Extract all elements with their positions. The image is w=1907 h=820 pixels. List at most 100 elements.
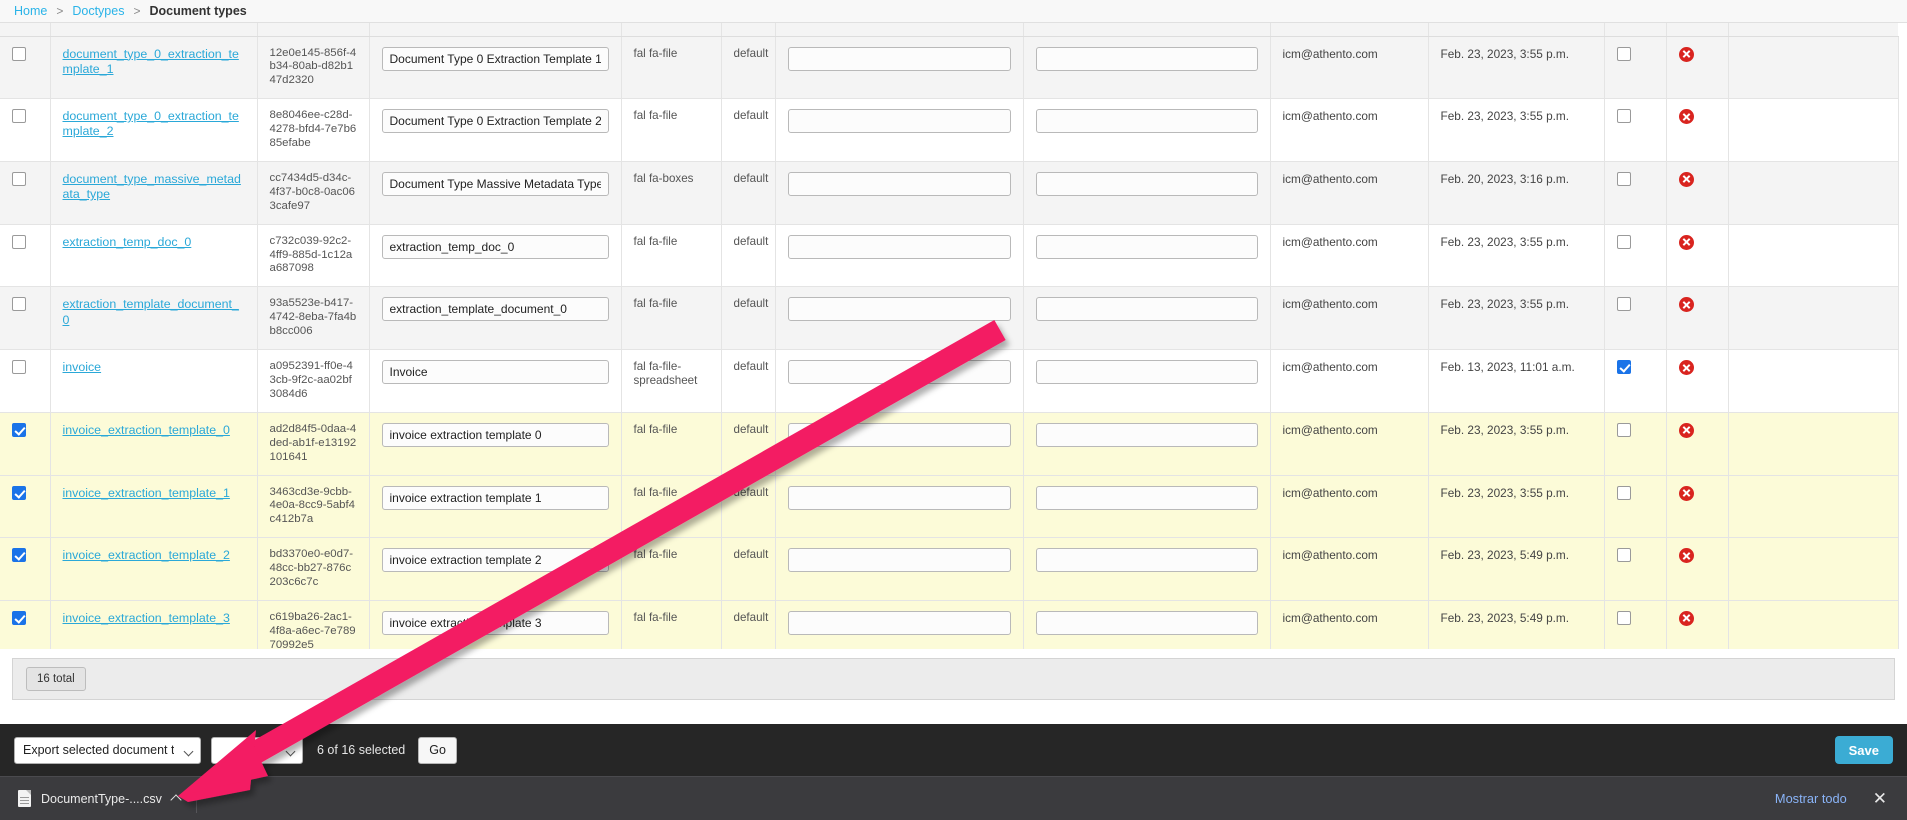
delete-icon[interactable]: [1679, 423, 1694, 438]
doctype-extra-field-input-1[interactable]: [788, 486, 1011, 510]
row-select-checkbox[interactable]: [12, 109, 26, 123]
row-select-cell: [0, 161, 50, 224]
row-select-checkbox[interactable]: [12, 360, 26, 374]
doctype-extra-field-input-1[interactable]: [788, 548, 1011, 572]
doctype-name-cell: document_type_0_extraction_template_2: [50, 99, 257, 162]
doctype-extra-field-input-1[interactable]: [788, 611, 1011, 635]
save-button[interactable]: Save: [1835, 736, 1893, 764]
delete-icon[interactable]: [1679, 548, 1694, 563]
doctype-extra-field-input-2[interactable]: [1036, 611, 1258, 635]
doctype-user-cell: icm@athento.com: [1270, 412, 1428, 475]
document-types-table: document_type_0_extraction_template_112e…: [0, 23, 1899, 649]
doctype-name-cell: invoice_extraction_template_2: [50, 538, 257, 601]
doctype-delete-cell: [1666, 161, 1728, 224]
doctype-label-input[interactable]: [382, 172, 609, 196]
doctype-flag-checkbox[interactable]: [1617, 172, 1631, 186]
doctype-flag-checkbox[interactable]: [1617, 360, 1631, 374]
doctype-name-link[interactable]: invoice_extraction_template_2: [63, 548, 230, 562]
doctype-label-input[interactable]: [382, 548, 609, 572]
doctype-label-cell: [369, 600, 621, 649]
breadcrumb-separator-icon: >: [56, 4, 63, 18]
delete-icon[interactable]: [1679, 486, 1694, 501]
doctype-name-link[interactable]: document_type_0_extraction_template_1: [63, 47, 239, 76]
doctype-label-cell: [369, 36, 621, 99]
header-stub-cell: [257, 23, 369, 36]
delete-icon[interactable]: [1679, 47, 1694, 62]
doctype-flag-checkbox[interactable]: [1617, 548, 1631, 562]
row-select-checkbox[interactable]: [12, 235, 26, 249]
doctype-name-cell: invoice: [50, 350, 257, 413]
doctype-flag-checkbox[interactable]: [1617, 47, 1631, 61]
download-item[interactable]: DocumentType-....csv: [14, 784, 197, 813]
doctype-flag-checkbox[interactable]: [1617, 109, 1631, 123]
delete-icon[interactable]: [1679, 235, 1694, 250]
doctype-flag-checkbox[interactable]: [1617, 611, 1631, 625]
doctype-extra-field-input-2[interactable]: [1036, 47, 1258, 71]
row-select-checkbox[interactable]: [12, 297, 26, 311]
breadcrumb-doctypes[interactable]: Doctypes: [72, 4, 124, 18]
doctype-extra-field-input-1[interactable]: [788, 109, 1011, 133]
close-icon[interactable]: ✕: [1863, 786, 1897, 811]
row-select-checkbox[interactable]: [12, 47, 26, 61]
delete-icon[interactable]: [1679, 172, 1694, 187]
delete-icon[interactable]: [1679, 109, 1694, 124]
header-stub-cell: [1728, 23, 1898, 36]
doctype-extra-field-input-2[interactable]: [1036, 548, 1258, 572]
row-select-checkbox[interactable]: [12, 548, 26, 562]
doctype-workflow-cell: default: [721, 36, 775, 99]
doctype-flag-checkbox[interactable]: [1617, 486, 1631, 500]
doctype-extra-field-input-1[interactable]: [788, 172, 1011, 196]
doctype-name-link[interactable]: extraction_temp_doc_0: [63, 235, 192, 249]
breadcrumb-home[interactable]: Home: [14, 4, 47, 18]
doctype-name-link[interactable]: extraction_template_document_0: [63, 297, 239, 326]
delete-icon[interactable]: [1679, 360, 1694, 375]
doctype-flag-checkbox[interactable]: [1617, 423, 1631, 437]
doctype-extra-field-cell: [775, 538, 1023, 601]
doctype-extra-field-input-2[interactable]: [1036, 172, 1258, 196]
row-select-checkbox[interactable]: [12, 611, 26, 625]
doctype-extra-field-input-1[interactable]: [788, 235, 1011, 259]
doctype-label-input[interactable]: [382, 109, 609, 133]
bulk-action-bar: Export selected document types 6 of 16 s…: [0, 724, 1907, 776]
doctype-extra-field-input-1[interactable]: [788, 47, 1011, 71]
bulk-action-select[interactable]: Export selected document types: [14, 737, 201, 764]
doctype-uuid-cell: 93a5523e-b417-4742-8eba-7fa4bb8cc006: [257, 287, 369, 350]
doctype-extra-field-input-2[interactable]: [1036, 360, 1258, 384]
doctype-extra-field-input-1[interactable]: [788, 423, 1011, 447]
doctype-extra-field-input-2[interactable]: [1036, 423, 1258, 447]
doctype-name-link[interactable]: document_type_massive_metadata_type: [63, 172, 241, 201]
doctype-label-input[interactable]: [382, 486, 609, 510]
delete-icon[interactable]: [1679, 297, 1694, 312]
doctype-flag-checkbox[interactable]: [1617, 297, 1631, 311]
table-row: invoice_extraction_template_13463cd3e-9c…: [0, 475, 1898, 538]
doctype-name-link[interactable]: invoice: [63, 360, 102, 374]
doctype-flag-checkbox[interactable]: [1617, 235, 1631, 249]
doctype-label-input[interactable]: [382, 360, 609, 384]
go-button[interactable]: Go: [418, 737, 457, 764]
doctype-label-input[interactable]: [382, 611, 609, 635]
doctype-label-input[interactable]: [382, 47, 609, 71]
row-select-checkbox[interactable]: [12, 172, 26, 186]
show-all-downloads-button[interactable]: Mostrar todo: [1759, 784, 1863, 813]
chevron-up-icon[interactable]: [170, 794, 181, 805]
row-select-checkbox[interactable]: [12, 423, 26, 437]
doctype-extra-field-cell: [775, 36, 1023, 99]
doctype-label-input[interactable]: [382, 235, 609, 259]
doctype-extra-field-input-2[interactable]: [1036, 297, 1258, 321]
doctype-extra-field-input-1[interactable]: [788, 297, 1011, 321]
delete-icon[interactable]: [1679, 611, 1694, 626]
doctype-extra-field-input-2[interactable]: [1036, 486, 1258, 510]
doctype-name-link[interactable]: invoice_extraction_template_0: [63, 423, 230, 437]
doctype-extra-field-input-1[interactable]: [788, 360, 1011, 384]
doctype-name-link[interactable]: invoice_extraction_template_3: [63, 611, 230, 625]
doctype-name-link[interactable]: invoice_extraction_template_1: [63, 486, 230, 500]
doctype-extra-field-input-2[interactable]: [1036, 109, 1258, 133]
doctype-extra-field-input-2[interactable]: [1036, 235, 1258, 259]
bulk-secondary-select[interactable]: [211, 737, 303, 764]
doctype-label-input[interactable]: [382, 297, 609, 321]
doctype-label-input[interactable]: [382, 423, 609, 447]
row-select-cell: [0, 600, 50, 649]
doctype-flag-cell: [1604, 475, 1666, 538]
row-select-checkbox[interactable]: [12, 486, 26, 500]
doctype-name-link[interactable]: document_type_0_extraction_template_2: [63, 109, 239, 138]
